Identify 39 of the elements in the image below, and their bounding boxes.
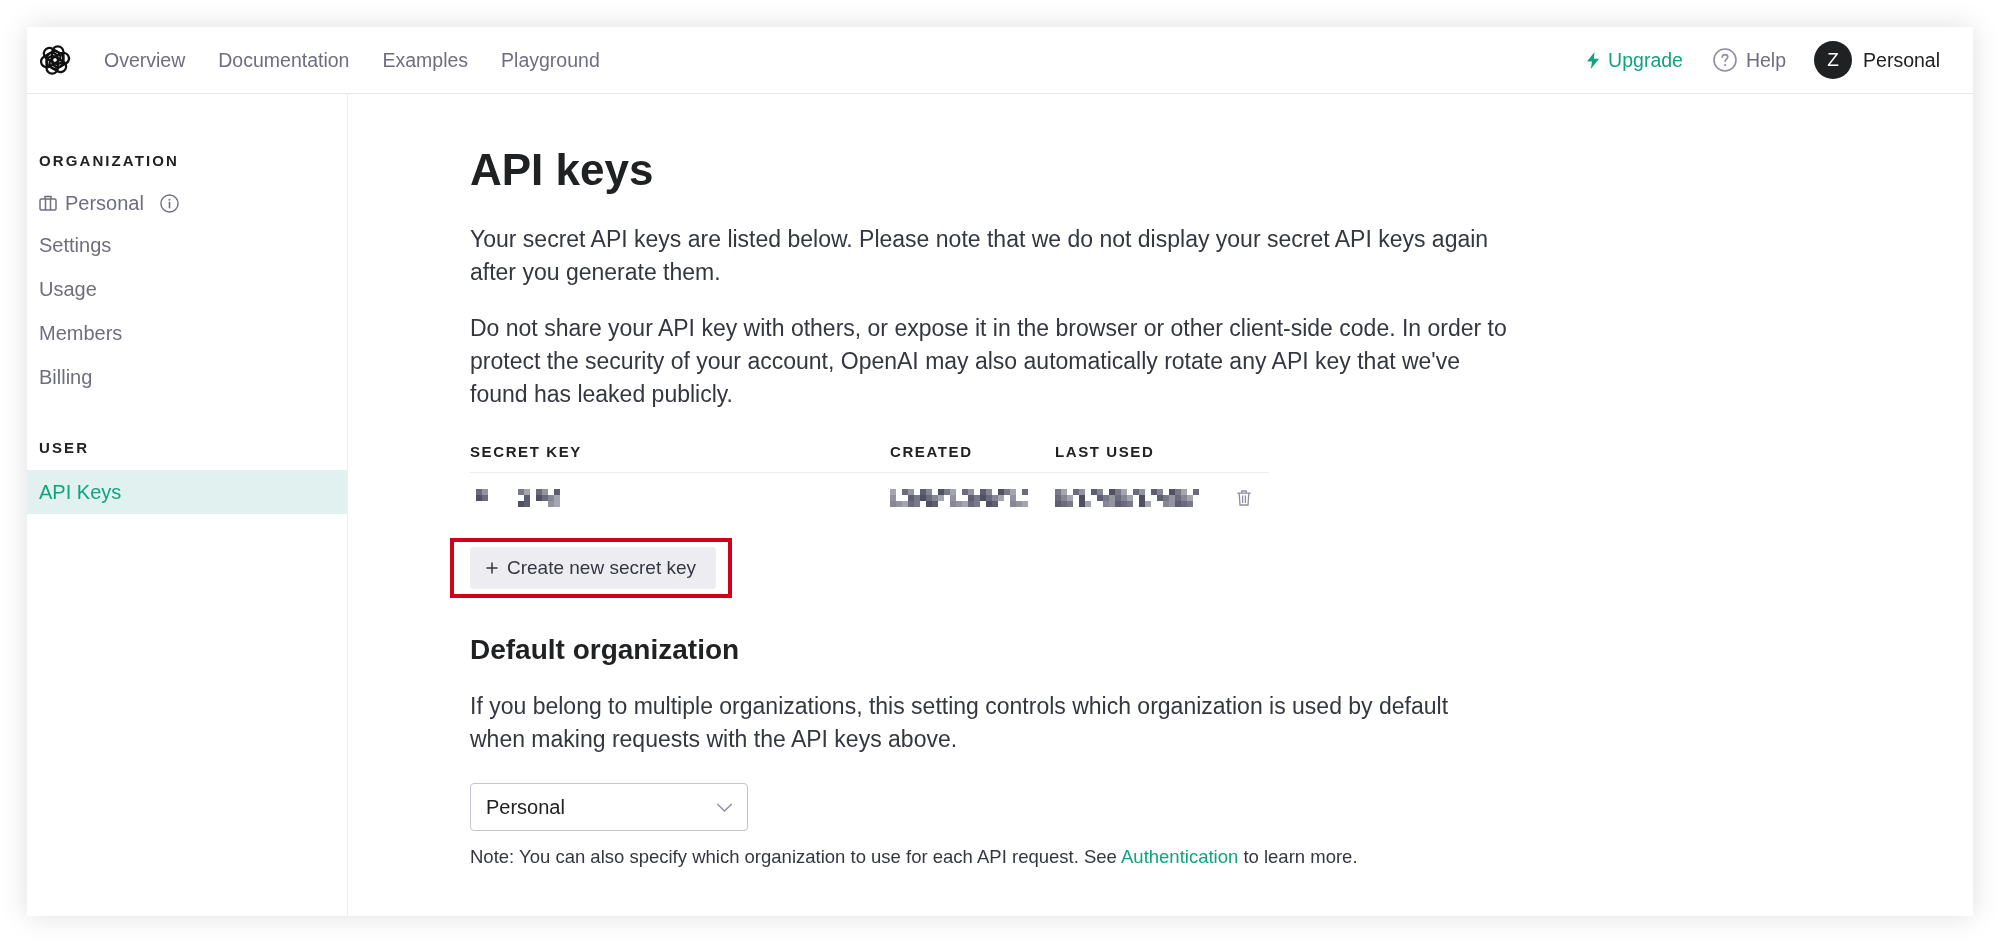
- nav-link[interactable]: Documentation: [218, 48, 350, 72]
- sidebar-item[interactable]: Settings: [27, 223, 347, 267]
- nav-link[interactable]: Playground: [501, 48, 600, 72]
- help-link[interactable]: Help: [1712, 48, 1787, 72]
- create-key-button[interactable]: Create new secret key: [470, 547, 717, 589]
- pixelated-redaction-icon: [890, 489, 1028, 507]
- column-header: LAST USED: [1055, 442, 1156, 462]
- section-heading: ORGANIZATION: [38, 151, 180, 171]
- section-heading: USER: [38, 438, 91, 458]
- sidebar-item[interactable]: Usage: [27, 267, 347, 311]
- trash-icon: [1237, 490, 1251, 506]
- column-header: SECRET KEY: [470, 442, 583, 462]
- page-title: API keys: [470, 145, 655, 195]
- plus-icon: [486, 562, 498, 574]
- nav-link[interactable]: Overview: [104, 48, 186, 72]
- sidebar-item[interactable]: API Keys: [27, 470, 347, 514]
- description-text: If you belong to multiple organizations, this setting controls which organization is used by default when making requests with the API keys above.: [470, 692, 1450, 754]
- help-icon: [1712, 48, 1737, 72]
- upgrade-link[interactable]: Upgrade: [1587, 48, 1683, 72]
- note-text: Note: You can also specify which organization to use for each API request. See Authentication to learn more.: [470, 846, 1359, 868]
- briefcase-icon: [39, 195, 57, 211]
- info-icon[interactable]: [159, 193, 179, 213]
- nav-link[interactable]: Examples: [382, 48, 469, 72]
- sidebar-item[interactable]: Members: [27, 311, 347, 355]
- description-text: Your secret API keys are listed below. Please note that we do not display your secret API keys again after you generate them.: [470, 225, 1490, 287]
- sidebar-item[interactable]: Billing: [27, 355, 347, 399]
- authentication-link[interactable]: Authentication: [1121, 846, 1239, 867]
- organization-item[interactable]: Personal: [27, 183, 347, 223]
- pixelated-redaction-icon: [1055, 489, 1199, 507]
- knot-logo-icon[interactable]: [39, 44, 71, 76]
- section-title: Default organization: [470, 634, 741, 666]
- column-header: CREATED: [890, 442, 974, 462]
- lightning-bolt-icon: [1587, 51, 1600, 69]
- description-text: Do not share your API key with others, or expose it in the browser or other client-side code. In order to protect the security of your account, OpenAI may also automatically rotate any API key that we've found has leaked publicly.: [470, 314, 1508, 409]
- organization-select[interactable]: Personal: [470, 783, 748, 831]
- delete-key-button[interactable]: [1237, 490, 1251, 506]
- chevron-down-icon: [716, 802, 733, 812]
- avatar-initial: Z: [1814, 41, 1853, 79]
- account-menu[interactable]: Z Personal: [1814, 41, 1940, 79]
